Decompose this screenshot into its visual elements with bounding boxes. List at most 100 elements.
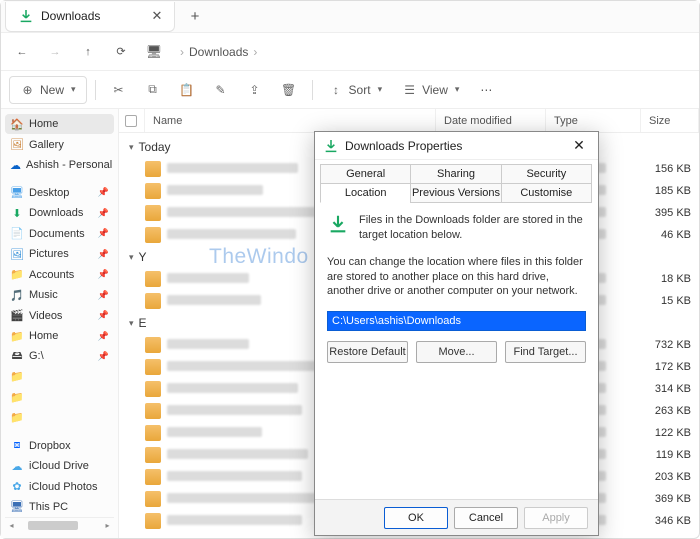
file-icon — [145, 227, 161, 243]
up-button[interactable]: ↑ — [73, 37, 103, 67]
breadcrumb-item[interactable]: Downloads — [189, 45, 248, 59]
refresh-button[interactable]: ⟳ — [106, 37, 136, 67]
tab-close-icon[interactable]: ✕ — [150, 9, 164, 23]
location-path-input[interactable] — [327, 311, 586, 331]
drive-icon: 🖴 — [10, 349, 24, 363]
cloud-icon: ☁ — [10, 158, 21, 172]
plus-circle-icon: ⊕ — [20, 82, 35, 97]
downloads-icon — [323, 138, 339, 154]
file-icon — [145, 513, 161, 529]
breadcrumb[interactable]: › Downloads › — [180, 45, 257, 59]
sidebar-item-videos[interactable]: 🎬Videos📌 — [5, 305, 114, 325]
sidebar-scrollbar[interactable]: ◂ ▸ — [5, 517, 114, 533]
apply-button[interactable]: Apply — [524, 507, 588, 529]
folder-icon: 📁 — [10, 390, 24, 404]
sidebar-item-folder[interactable]: 📁 — [5, 387, 114, 407]
sidebar-item-folder[interactable]: 📁 — [5, 367, 114, 387]
tab-location[interactable]: Location — [320, 183, 411, 203]
new-tab-button[interactable]: + — [181, 3, 209, 31]
file-size: 346 KB — [641, 515, 699, 527]
sidebar-item-pictures[interactable]: 🖼Pictures📌 — [5, 244, 114, 264]
dialog-close-button[interactable]: ✕ — [566, 134, 592, 158]
file-icon — [145, 381, 161, 397]
monitor-icon[interactable]: 🖥 — [139, 37, 169, 67]
sidebar-item-onedrive[interactable]: ☁Ashish - Personal — [5, 155, 114, 175]
file-size: 18 KB — [641, 273, 699, 285]
find-target-button[interactable]: Find Target... — [505, 341, 586, 363]
file-icon — [145, 183, 161, 199]
cut-button[interactable]: ✂ — [104, 76, 134, 104]
file-size: 15 KB — [641, 295, 699, 307]
sidebar-item-downloads[interactable]: ⬇Downloads📌 — [5, 203, 114, 223]
header-type[interactable]: Type — [546, 109, 641, 132]
sidebar-item-icloud-drive[interactable]: ☁iCloud Drive — [5, 456, 114, 476]
gallery-icon: 🖼 — [10, 138, 24, 152]
sidebar-item-this-pc[interactable]: 🖥This PC — [5, 497, 114, 517]
file-icon — [145, 359, 161, 375]
sidebar-item-folder[interactable]: 📁 — [5, 408, 114, 428]
header-name[interactable]: Name — [145, 109, 436, 132]
window-titlebar: Downloads ✕ + — [1, 1, 699, 33]
sidebar-item-dropbox[interactable]: ⧈Dropbox — [5, 435, 114, 455]
sidebar-item-drive-g[interactable]: 🖴G:\📌 — [5, 346, 114, 366]
move-button[interactable]: Move... — [416, 341, 497, 363]
paste-icon: 📋 — [179, 82, 194, 97]
dialog-description-1: Files in the Downloads folder are stored… — [359, 213, 586, 243]
tab-sharing[interactable]: Sharing — [410, 164, 501, 184]
copy-button[interactable]: ⧉ — [138, 76, 168, 104]
paste-button[interactable]: 📋 — [172, 76, 202, 104]
folder-icon: 📁 — [10, 411, 24, 425]
header-date[interactable]: Date modified — [436, 109, 546, 132]
forward-button[interactable]: → — [40, 37, 70, 67]
view-button[interactable]: ☰ View ▾ — [394, 76, 467, 104]
dialog-titlebar[interactable]: Downloads Properties ✕ — [315, 132, 598, 160]
sidebar-item-desktop[interactable]: 🖥Desktop📌 — [5, 183, 114, 203]
folder-icon: 📁 — [10, 268, 24, 282]
sidebar-item-icloud-photos[interactable]: ✿iCloud Photos — [5, 476, 114, 496]
cut-icon: ✂ — [111, 82, 126, 97]
restore-default-button[interactable]: Restore Default — [327, 341, 408, 363]
file-size: 172 KB — [641, 361, 699, 373]
tab-general[interactable]: General — [320, 164, 411, 184]
cancel-button[interactable]: Cancel — [454, 507, 518, 529]
sidebar-item-accounts[interactable]: 📁Accounts📌 — [5, 265, 114, 285]
scroll-right-icon[interactable]: ▸ — [101, 519, 114, 532]
rename-button[interactable]: ✎ — [206, 76, 236, 104]
sidebar-item-music[interactable]: 🎵Music📌 — [5, 285, 114, 305]
documents-icon: 📄 — [10, 227, 24, 241]
dialog-description-2: You can change the location where files … — [327, 255, 586, 300]
pictures-icon: 🖼 — [10, 247, 24, 261]
home-icon: 🏠 — [10, 117, 24, 131]
navigation-sidebar: 🏠Home 🖼Gallery ☁Ashish - Personal 🖥Deskt… — [1, 109, 119, 538]
file-icon — [145, 271, 161, 287]
tab-customise[interactable]: Customise — [501, 183, 592, 203]
more-button[interactable]: ⋯ — [471, 76, 501, 104]
downloads-icon — [18, 8, 34, 24]
sidebar-item-gallery[interactable]: 🖼Gallery — [5, 134, 114, 154]
file-icon — [145, 403, 161, 419]
navigation-bar: ← → ↑ ⟳ 🖥 › Downloads › — [1, 33, 699, 71]
ok-button[interactable]: OK — [384, 507, 448, 529]
file-icon — [145, 491, 161, 507]
browser-tab-downloads[interactable]: Downloads ✕ — [5, 2, 175, 32]
file-size: 156 KB — [641, 163, 699, 175]
properties-dialog: Downloads Properties ✕ General Sharing S… — [314, 131, 599, 536]
sidebar-item-home[interactable]: 🏠Home — [5, 114, 114, 134]
header-checkbox[interactable] — [119, 109, 145, 132]
sidebar-item-documents[interactable]: 📄Documents📌 — [5, 224, 114, 244]
scrollbar-thumb[interactable] — [28, 521, 78, 530]
delete-button[interactable]: 🗑 — [274, 76, 304, 104]
tab-security[interactable]: Security — [501, 164, 592, 184]
share-icon: ⇪ — [247, 82, 262, 97]
file-size: 46 KB — [641, 229, 699, 241]
share-button[interactable]: ⇪ — [240, 76, 270, 104]
scroll-left-icon[interactable]: ◂ — [5, 519, 18, 532]
header-size[interactable]: Size — [641, 109, 699, 132]
back-button[interactable]: ← — [7, 37, 37, 67]
tab-previous-versions[interactable]: Previous Versions — [410, 183, 501, 203]
new-button[interactable]: ⊕ New ▾ — [9, 76, 87, 104]
checkbox-icon[interactable] — [125, 115, 137, 127]
sidebar-item-home2[interactable]: 📁Home📌 — [5, 326, 114, 346]
sort-button[interactable]: ↕ Sort ▾ — [321, 76, 391, 104]
tab-label: Downloads — [41, 9, 143, 23]
